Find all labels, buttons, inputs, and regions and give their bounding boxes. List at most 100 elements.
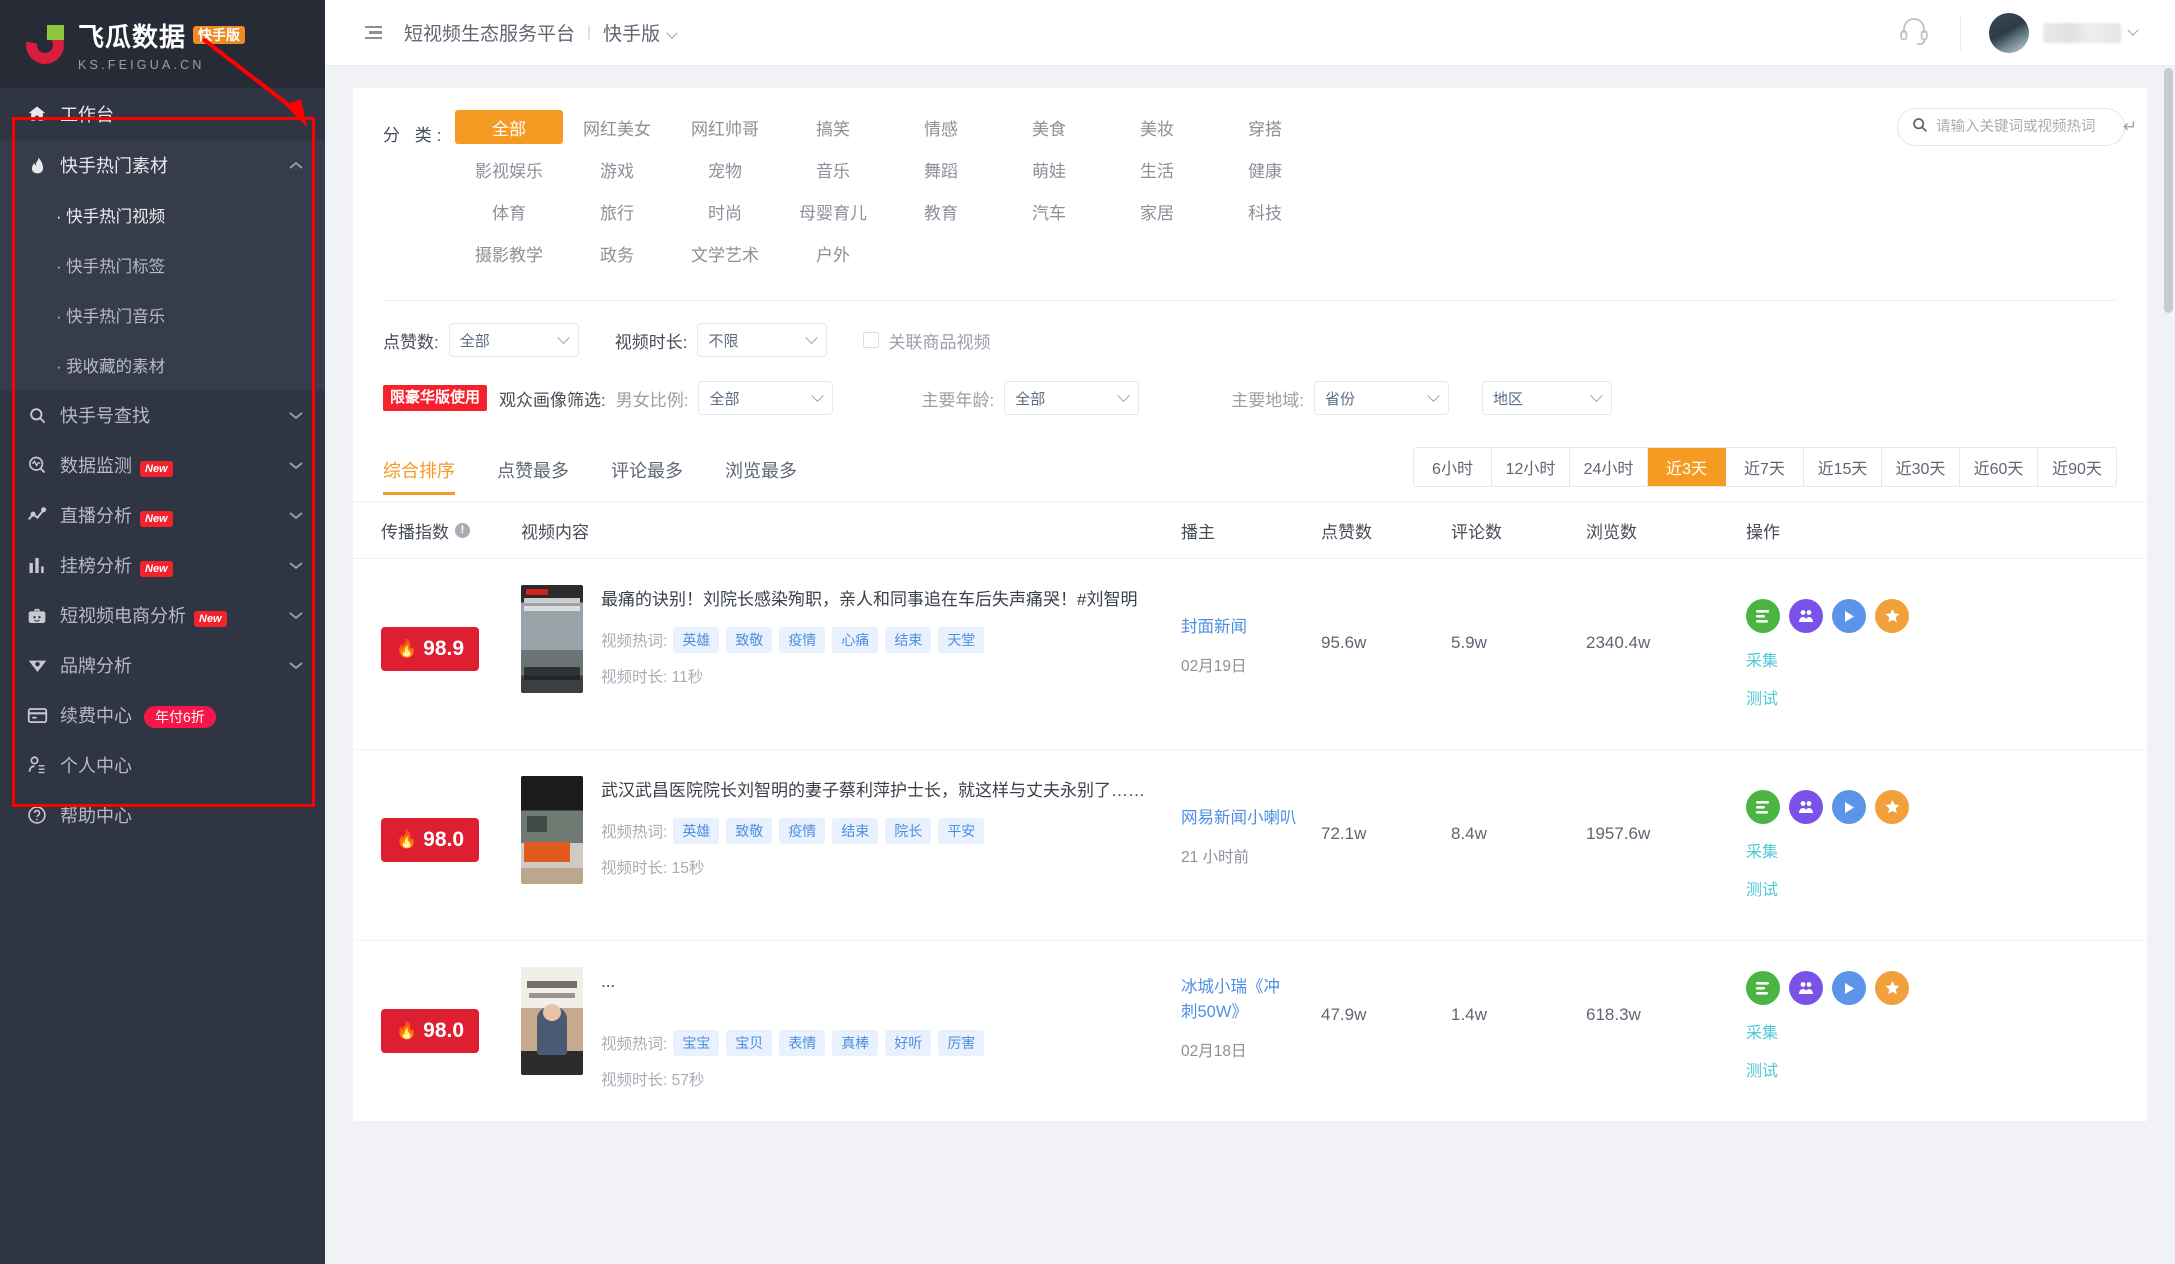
keyword-chip[interactable]: 厉害 [938, 1030, 985, 1057]
avatar[interactable] [1989, 12, 2029, 53]
scrollbar-thumb[interactable] [2164, 68, 2173, 313]
category-chip[interactable]: 母婴育儿 [779, 194, 887, 228]
tab-comprehensive[interactable]: 综合排序 [383, 457, 455, 495]
area-select[interactable]: 地区 [1481, 381, 1612, 415]
checkbox-box[interactable] [863, 332, 880, 348]
author-link[interactable]: 冰城小瑞《冲刺50W》 [1181, 975, 1291, 1025]
category-chip[interactable]: 影视娱乐 [455, 152, 563, 186]
enter-icon[interactable]: ↵ [2123, 117, 2137, 137]
time-range-60d[interactable]: 近60天 [1960, 448, 2038, 486]
keyword-chip[interactable]: 结束 [885, 627, 932, 654]
sidebar-item-hot-tags[interactable]: · 快手热门标签 [0, 240, 325, 290]
video-thumbnail[interactable] [521, 585, 583, 693]
category-chip[interactable]: 政务 [563, 236, 671, 270]
author-link[interactable]: 封面新闻 [1181, 615, 1321, 640]
time-range-6h[interactable]: 6小时 [1414, 448, 1492, 486]
keyword-chip[interactable]: 心痛 [832, 627, 879, 654]
category-chip[interactable]: 网红美女 [563, 110, 671, 144]
sidebar-item-hot-music[interactable]: · 快手热门音乐 [0, 290, 325, 340]
category-chip[interactable]: 健康 [1211, 152, 1319, 186]
keyword-chip[interactable]: 天堂 [938, 627, 985, 654]
category-chip[interactable]: 家居 [1103, 194, 1211, 228]
sidebar-item-ranking-analysis[interactable]: 挂榜分析 New [0, 540, 325, 590]
star-icon[interactable] [1875, 790, 1909, 824]
category-chip[interactable]: 文学艺术 [671, 236, 779, 270]
province-select[interactable]: 省份 [1313, 381, 1449, 415]
keyword-chip[interactable]: 致敬 [726, 818, 773, 845]
time-range-24h[interactable]: 24小时 [1570, 448, 1648, 486]
time-range-30d[interactable]: 近30天 [1882, 448, 1960, 486]
keyword-chip[interactable]: 宝贝 [726, 1030, 773, 1057]
keyword-chip[interactable]: 表情 [779, 1030, 826, 1057]
sidebar-item-brand-analysis[interactable]: 品牌分析 [0, 640, 325, 690]
sidebar-item-account-search[interactable]: 快手号查找 [0, 390, 325, 440]
keyword-chip[interactable]: 英雄 [673, 818, 720, 845]
likes-select[interactable]: 全部 [448, 323, 579, 357]
category-chip[interactable]: 美妆 [1103, 110, 1211, 144]
category-chip[interactable]: 科技 [1211, 194, 1319, 228]
collect-link[interactable]: 采集 [1746, 647, 2147, 671]
category-chip[interactable]: 摄影教学 [455, 236, 563, 270]
hamburger-icon[interactable] [365, 25, 382, 40]
keyword-chip[interactable]: 疫情 [779, 818, 826, 845]
time-range-12h[interactable]: 12小时 [1492, 448, 1570, 486]
category-chip[interactable]: 萌娃 [995, 152, 1103, 186]
play-icon[interactable] [1832, 790, 1866, 824]
time-range-15d[interactable]: 近15天 [1804, 448, 1882, 486]
sidebar-item-hot-videos[interactable]: · 快手热门视频 [0, 190, 325, 240]
sidebar-item-live-analysis[interactable]: 直播分析 New [0, 490, 325, 540]
sidebar-item-workbench[interactable]: 工作台 [0, 88, 325, 140]
keyword-chip[interactable]: 真棒 [832, 1030, 879, 1057]
category-chip[interactable]: 游戏 [563, 152, 671, 186]
list-icon[interactable] [1746, 599, 1780, 633]
list-icon[interactable] [1746, 790, 1780, 824]
category-chip[interactable]: 体育 [455, 194, 563, 228]
product-video-checkbox[interactable]: 关联商品视频 [863, 328, 990, 353]
sidebar-item-renewal-center[interactable]: 续费中心 年付6折 [0, 690, 325, 740]
author-link[interactable]: 网易新闻小喇叭 [1181, 806, 1321, 831]
sidebar-item-help-center[interactable]: 帮助中心 [0, 790, 325, 840]
brand-logo[interactable]: 飞瓜数据 快手版 KS.FEIGUA.CN [0, 0, 325, 88]
test-link[interactable]: 测试 [1746, 876, 2147, 900]
category-chip[interactable]: 网红帅哥 [671, 110, 779, 144]
page-scrollbar[interactable] [2161, 66, 2175, 1264]
keyword-chip[interactable]: 好听 [885, 1030, 932, 1057]
search-input[interactable] [1936, 119, 2123, 135]
time-range-3d[interactable]: 近3天 [1648, 448, 1726, 486]
sidebar-item-data-monitor[interactable]: 数据监测 New [0, 440, 325, 490]
collect-link[interactable]: 采集 [1746, 1019, 2147, 1043]
duration-select[interactable]: 不限 [697, 323, 828, 357]
play-icon[interactable] [1832, 599, 1866, 633]
version-switcher[interactable]: 快手版 [603, 19, 678, 46]
star-icon[interactable] [1875, 599, 1909, 633]
video-title[interactable]: 武汉武昌医院院长刘智明的妻子蔡利萍护士长，就这样与丈夫永别了…… [601, 777, 1145, 805]
category-chip[interactable]: 户外 [779, 236, 887, 270]
keyword-chip[interactable]: 院长 [885, 818, 932, 845]
category-chip[interactable]: 穿搭 [1211, 110, 1319, 144]
group-icon[interactable] [1789, 790, 1823, 824]
category-chip[interactable]: 汽车 [995, 194, 1103, 228]
category-chip[interactable]: 生活 [1103, 152, 1211, 186]
chevron-down-icon[interactable] [2127, 24, 2139, 36]
category-chip[interactable]: 宠物 [671, 152, 779, 186]
category-chip[interactable]: 美食 [995, 110, 1103, 144]
play-icon[interactable] [1832, 971, 1866, 1005]
age-select[interactable]: 全部 [1004, 381, 1140, 415]
keyword-chip[interactable]: 结束 [832, 818, 879, 845]
keyword-chip[interactable]: 英雄 [673, 627, 720, 654]
group-icon[interactable] [1789, 971, 1823, 1005]
sidebar-item-my-favorites[interactable]: · 我收藏的素材 [0, 340, 325, 390]
tab-most-views[interactable]: 浏览最多 [725, 457, 797, 495]
test-link[interactable]: 测试 [1746, 685, 2147, 709]
category-chip[interactable]: 旅行 [563, 194, 671, 228]
video-thumbnail[interactable] [521, 776, 583, 884]
headset-icon[interactable] [1898, 14, 1930, 51]
category-chip[interactable]: 时尚 [671, 194, 779, 228]
time-range-7d[interactable]: 近7天 [1726, 448, 1804, 486]
time-range-90d[interactable]: 近90天 [2038, 448, 2116, 486]
video-thumbnail[interactable] [521, 967, 583, 1075]
group-icon[interactable] [1789, 599, 1823, 633]
info-icon[interactable]: ! [455, 522, 470, 538]
video-title[interactable]: ... [601, 968, 991, 996]
test-link[interactable]: 测试 [1746, 1057, 2147, 1081]
